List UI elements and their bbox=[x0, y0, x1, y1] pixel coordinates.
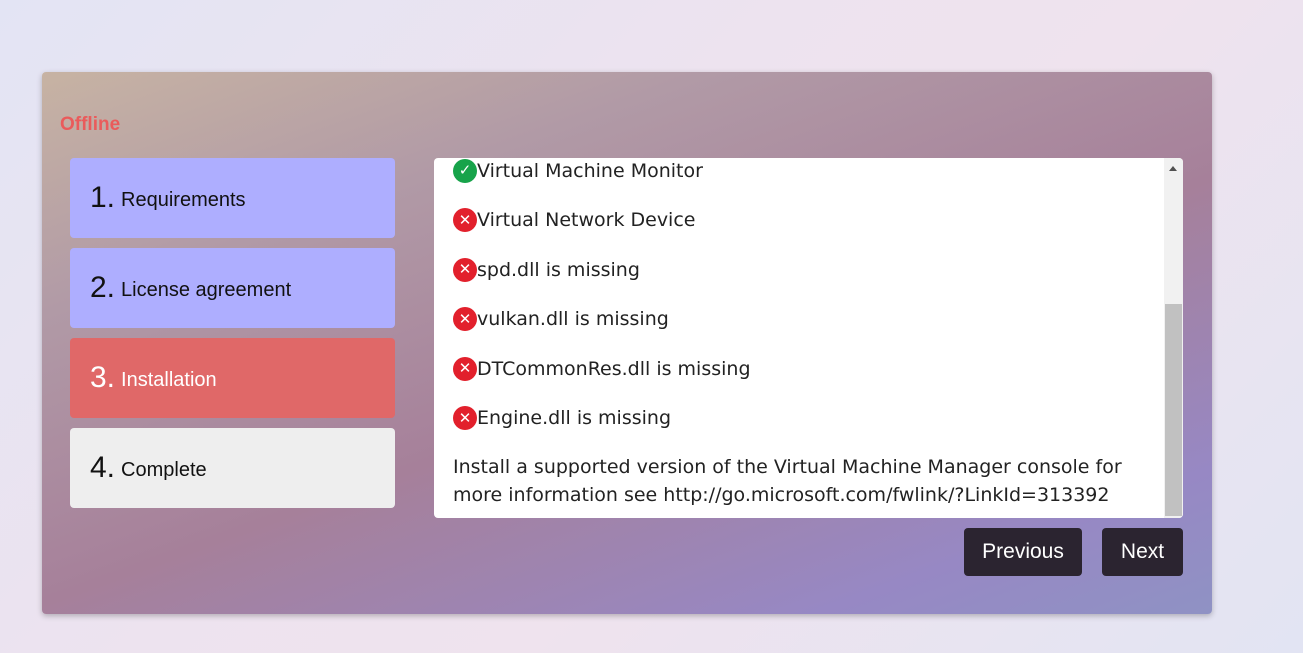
requirements-list: ✓ Virtual Machine Monitor ✕ Virtual Netw… bbox=[434, 158, 1164, 509]
step-installation[interactable]: 3. Installation bbox=[70, 338, 395, 418]
step-label: Complete bbox=[121, 459, 207, 481]
requirement-item: ✕ Engine.dll is missing bbox=[434, 394, 1164, 444]
requirement-item: ✕ vulkan.dll is missing bbox=[434, 295, 1164, 345]
error-circle-icon: ✕ bbox=[453, 406, 477, 431]
requirement-item: ✕ Virtual Network Device bbox=[434, 196, 1164, 246]
install-note: Install a supported version of the Virtu… bbox=[453, 456, 1122, 506]
next-button[interactable]: Next bbox=[1102, 528, 1183, 576]
requirements-panel[interactable]: ✓ Virtual Machine Monitor ✕ Virtual Netw… bbox=[434, 158, 1183, 518]
requirement-item: ✕ DTCommonRes.dll is missing bbox=[434, 344, 1164, 394]
status-label: Offline bbox=[60, 114, 121, 135]
requirement-text: Engine.dll is missing bbox=[477, 407, 671, 430]
error-circle-icon: ✕ bbox=[453, 356, 477, 381]
error-circle-icon: ✕ bbox=[453, 257, 477, 282]
requirement-text: spd.dll is missing bbox=[477, 258, 640, 281]
error-circle-icon: ✕ bbox=[453, 307, 477, 332]
step-license-agreement[interactable]: 2. License agreement bbox=[70, 248, 395, 328]
scroll-thumb[interactable] bbox=[1165, 304, 1182, 516]
step-label: Requirements bbox=[121, 189, 246, 211]
requirement-item: ✕ spd.dll is missing bbox=[434, 245, 1164, 295]
step-label: License agreement bbox=[121, 279, 292, 301]
step-complete[interactable]: 4. Complete bbox=[70, 428, 395, 508]
requirement-item: ✓ Virtual Machine Monitor bbox=[434, 158, 1164, 196]
installer-window: Offline 1. Requirements 2. License agree… bbox=[42, 72, 1212, 614]
previous-button[interactable]: Previous bbox=[964, 528, 1082, 576]
step-requirements[interactable]: 1. Requirements bbox=[70, 158, 395, 238]
step-label: Installation bbox=[121, 369, 217, 391]
step-number: 3. bbox=[90, 361, 116, 394]
requirement-text: Virtual Machine Monitor bbox=[477, 159, 703, 182]
requirement-text: Virtual Network Device bbox=[477, 209, 696, 232]
step-number: 2. bbox=[90, 271, 116, 304]
error-circle-icon: ✕ bbox=[453, 208, 477, 233]
requirement-text: vulkan.dll is missing bbox=[477, 308, 669, 331]
check-circle-icon: ✓ bbox=[453, 158, 477, 183]
scroll-up-arrow-icon[interactable] bbox=[1169, 166, 1177, 171]
requirement-text: DTCommonRes.dll is missing bbox=[477, 357, 751, 380]
step-number: 4. bbox=[90, 451, 116, 484]
step-number: 1. bbox=[90, 181, 116, 214]
vertical-scrollbar[interactable] bbox=[1164, 158, 1183, 518]
